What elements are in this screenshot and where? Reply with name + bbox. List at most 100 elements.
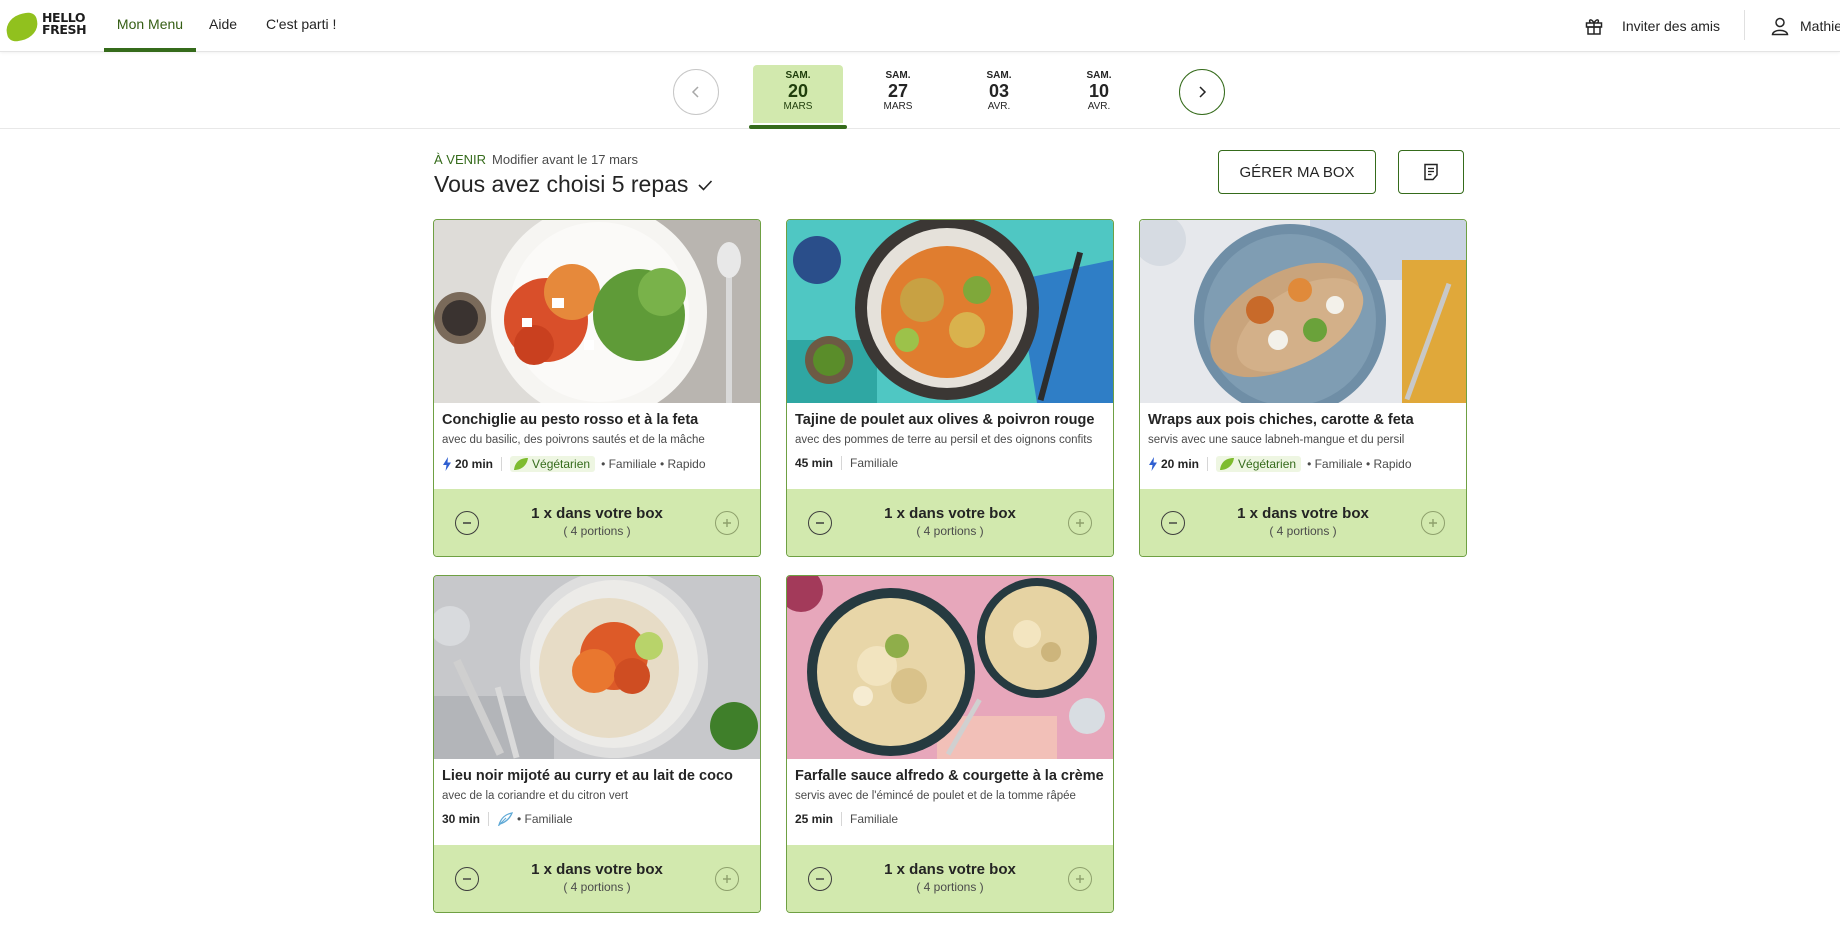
prep-time-label: 20 min [1161, 457, 1200, 471]
recipe-image-conchiglie[interactable] [434, 220, 760, 403]
recipe-title[interactable]: Tajine de poulet aux olives & poivron ro… [795, 412, 1105, 428]
tag-separator [501, 457, 503, 471]
previous-week-button[interactable] [673, 69, 719, 115]
quantity-label: 1 x dans votre box [884, 505, 1016, 522]
quantity-panel: 1 x dans votre box ( 4 portions ) [787, 845, 1113, 912]
quantity-summary: 1 x dans votre box ( 4 portions ) [827, 861, 1073, 894]
plus-icon [1076, 875, 1084, 883]
week-date-number: 20 [787, 81, 809, 101]
manage-box-button[interactable]: GÉRER MA BOX [1218, 150, 1376, 194]
tag-separator [1207, 457, 1209, 471]
quantity-panel: 1 x dans votre box ( 4 portions ) [1140, 489, 1466, 556]
recipe-tags: 20 min Végétarien • Familiale • Rapido [1148, 456, 1458, 472]
week-date-number: 27 [887, 81, 909, 101]
quantity-label: 1 x dans votre box [1237, 505, 1369, 522]
recipe-tag-list: Familiale [850, 456, 899, 470]
recipe-title[interactable]: Lieu noir mijoté au curry et au lait de … [442, 768, 752, 784]
recipe-subtitle: avec de la coriandre et du citron vert [442, 790, 629, 802]
recipe-card[interactable]: Tajine de poulet aux olives & poivron ro… [786, 219, 1114, 557]
portions-label: ( 4 portions ) [916, 524, 984, 538]
recipe-subtitle: avec du basilic, des poivrons sautés et … [442, 434, 705, 446]
header-divider [1744, 10, 1745, 40]
feather-icon [498, 812, 514, 826]
lightning-icon [443, 457, 451, 471]
recipe-info: Tajine de poulet aux olives & poivron ro… [795, 412, 1105, 470]
week-tab-03-avr[interactable]: SAM. 03 AVR. [954, 65, 1044, 123]
recipe-title[interactable]: Farfalle sauce alfredo & courgette à la … [795, 768, 1105, 784]
recipe-image-wraps[interactable] [1140, 220, 1466, 403]
recipe-card[interactable]: Conchiglie au pesto rosso et à la feta a… [433, 219, 761, 557]
week-month-label: MARS [883, 101, 913, 112]
week-month-label: AVR. [1087, 101, 1111, 112]
recipe-card[interactable]: Lieu noir mijoté au curry et au lait de … [433, 575, 761, 913]
recipe-title[interactable]: Wraps aux pois chiches, carotte & feta [1148, 412, 1458, 428]
portions-label: ( 4 portions ) [916, 880, 984, 894]
page-title: Vous avez choisi 5 repas [434, 171, 714, 198]
invite-friends-link[interactable]: Inviter des amis [1584, 0, 1720, 52]
prep-time-label: 20 min [455, 457, 494, 471]
recipe-list-button[interactable] [1398, 150, 1464, 194]
recipe-tags: 45 min Familiale [795, 456, 1105, 470]
recipe-image-farfalle[interactable] [787, 576, 1113, 759]
plus-icon [1076, 519, 1084, 527]
lightning-icon [1149, 457, 1157, 471]
document-icon [1424, 163, 1438, 181]
recipe-tag-list: • Familiale • Rapido [1307, 457, 1412, 471]
recipe-tag-list: • Familiale [517, 812, 573, 826]
portions-label: ( 4 portions ) [563, 524, 631, 538]
quantity-label: 1 x dans votre box [531, 505, 663, 522]
meals-chosen-title: Vous avez choisi 5 repas [434, 171, 689, 197]
diet-label: Végétarien [1238, 457, 1297, 471]
recipe-image-tajine[interactable] [787, 220, 1113, 403]
delivery-status: À VENIR Modifier avant le 17 mars [434, 152, 638, 167]
user-name: Mathie [1800, 18, 1840, 34]
nav-cest-parti[interactable]: C'est parti ! [266, 0, 336, 52]
week-tab-20-mars[interactable]: SAM. 20 MARS [749, 65, 847, 129]
leaf-icon [1220, 458, 1235, 470]
increase-quantity-button[interactable] [715, 511, 739, 535]
hellofresh-logo[interactable]: HELLO FRESH [3, 10, 92, 44]
tag-separator [841, 812, 843, 826]
week-day-label: SAM. [1086, 70, 1112, 81]
week-date-number: 10 [1088, 81, 1110, 101]
nav-mon-menu[interactable]: Mon Menu [104, 0, 196, 52]
increase-quantity-button[interactable] [1068, 511, 1092, 535]
edit-deadline: Modifier avant le 17 mars [492, 152, 638, 167]
tag-separator [488, 812, 490, 826]
logo-text: HELLO FRESH [42, 10, 87, 37]
recipe-card[interactable]: Wraps aux pois chiches, carotte & feta s… [1139, 219, 1467, 557]
minus-icon [463, 878, 471, 880]
recipe-subtitle: avec des pommes de terre au persil et de… [795, 434, 1093, 446]
increase-quantity-button[interactable] [1421, 511, 1445, 535]
user-account-menu[interactable]: Mathie [1770, 0, 1840, 52]
prep-time-label: 45 min [795, 456, 834, 470]
quantity-summary: 1 x dans votre box ( 4 portions ) [1180, 505, 1426, 538]
leaf-icon [3, 10, 41, 44]
vegetarian-badge: Végétarien [510, 456, 596, 472]
recipe-card[interactable]: Farfalle sauce alfredo & courgette à la … [786, 575, 1114, 913]
nav-aide[interactable]: Aide [209, 0, 237, 52]
recipe-info: Wraps aux pois chiches, carotte & feta s… [1148, 412, 1458, 472]
leaf-icon [514, 458, 529, 470]
quantity-panel: 1 x dans votre box ( 4 portions ) [434, 489, 760, 556]
minus-icon [816, 878, 824, 880]
upcoming-label: À VENIR [434, 152, 487, 167]
recipe-image-lieu-noir[interactable] [434, 576, 760, 759]
quantity-summary: 1 x dans votre box ( 4 portions ) [474, 505, 720, 538]
increase-quantity-button[interactable] [715, 867, 739, 891]
quantity-label: 1 x dans votre box [531, 861, 663, 878]
week-tab-10-avr[interactable]: SAM. 10 AVR. [1054, 65, 1144, 123]
recipe-info: Lieu noir mijoté au curry et au lait de … [442, 768, 752, 826]
increase-quantity-button[interactable] [1068, 867, 1092, 891]
quantity-panel: 1 x dans votre box ( 4 portions ) [434, 845, 760, 912]
portions-label: ( 4 portions ) [1269, 524, 1337, 538]
invite-friends-label: Inviter des amis [1622, 18, 1721, 34]
recipe-title[interactable]: Conchiglie au pesto rosso et à la feta [442, 412, 752, 428]
recipe-subtitle: servis avec de l'émincé de poulet et de … [795, 790, 1076, 802]
diet-label: Végétarien [532, 457, 591, 471]
tag-separator [841, 456, 843, 470]
next-week-button[interactable] [1179, 69, 1225, 115]
quantity-label: 1 x dans votre box [884, 861, 1016, 878]
recipe-info: Conchiglie au pesto rosso et à la feta a… [442, 412, 752, 472]
week-tab-27-mars[interactable]: SAM. 27 MARS [853, 65, 943, 123]
